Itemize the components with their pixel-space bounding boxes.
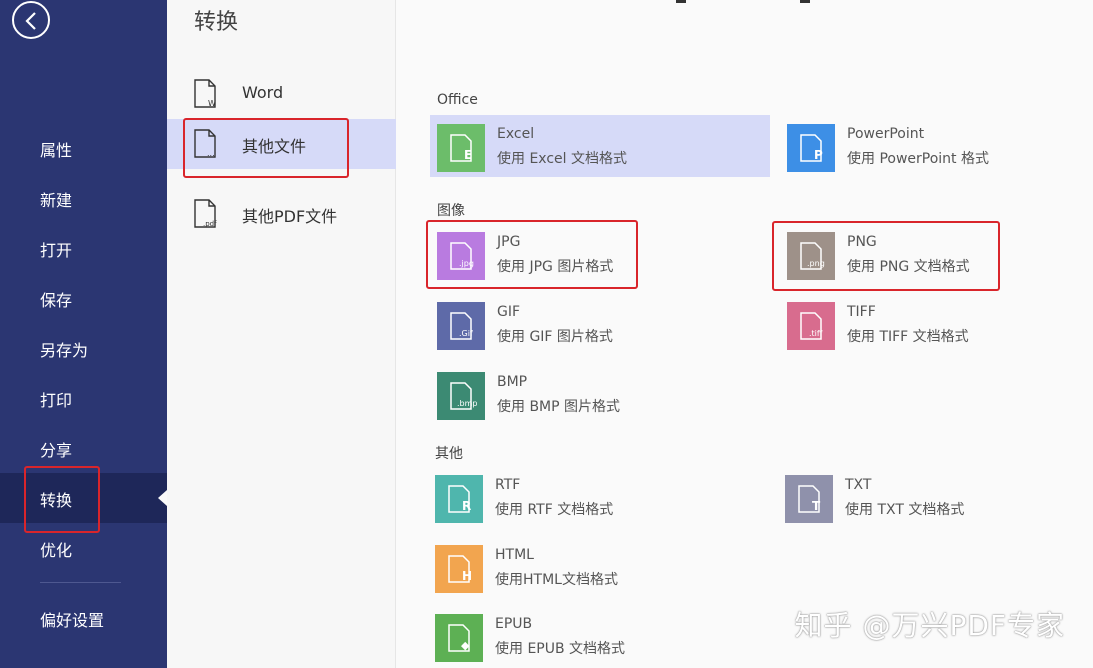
format-html[interactable]: H HTML 使用HTML文档格式 xyxy=(428,536,768,598)
format-powerpoint[interactable]: P PowerPoint 使用 PowerPoint 格式 xyxy=(780,115,1093,177)
section-office-heading: Office xyxy=(437,92,478,108)
txt-icon: T xyxy=(785,475,833,523)
sidebar-item-save-as[interactable]: 另存为 xyxy=(0,323,167,373)
sidebar-item-label: 打印 xyxy=(40,391,73,410)
pdf-file-icon: .pdf xyxy=(194,199,217,228)
excel-icon: E xyxy=(437,124,485,172)
tiff-icon: .tiff xyxy=(787,302,835,350)
format-name: EPUB xyxy=(495,616,533,632)
svg-text:◆: ◆ xyxy=(461,639,470,652)
format-name: PowerPoint xyxy=(847,126,925,142)
format-bmp[interactable]: .bmp BMP 使用 BMP 图片格式 xyxy=(430,363,770,425)
format-description: 使用 Excel 文档格式 xyxy=(497,151,627,167)
svg-text:.tiff: .tiff xyxy=(809,329,823,338)
bmp-icon: .bmp xyxy=(437,372,485,420)
sidebar-item-label: 优化 xyxy=(40,541,73,560)
format-name: BMP xyxy=(497,374,528,390)
format-description: 使用 PowerPoint 格式 xyxy=(847,151,989,167)
format-name: TIFF xyxy=(847,304,876,320)
svg-text:.pdf: .pdf xyxy=(203,220,217,228)
section-image-heading: 图像 xyxy=(437,203,465,219)
svg-text:W: W xyxy=(208,99,216,108)
html-icon: H xyxy=(435,545,483,593)
format-name: Excel xyxy=(497,126,535,142)
convert-type-label: 其他PDF文件 xyxy=(242,207,338,226)
watermark: 知乎 @万兴PDF专家 xyxy=(794,609,1065,642)
format-excel[interactable]: E Excel 使用 Excel 文档格式 xyxy=(430,115,770,177)
highlight-box xyxy=(183,118,349,178)
sidebar-item-properties[interactable]: 属性 xyxy=(0,123,167,173)
chevron-left-icon xyxy=(25,12,36,30)
svg-text:P: P xyxy=(814,148,823,162)
sidebar: 属性 新建 打开 保存 另存为 打印 分享 转换 优化 偏好设置 xyxy=(0,0,167,668)
highlight-box xyxy=(426,220,638,289)
sidebar-item-label: 打开 xyxy=(40,241,73,260)
sidebar-divider xyxy=(40,582,121,583)
format-description: 使用 EPUB 文档格式 xyxy=(495,641,626,657)
sidebar-item-new[interactable]: 新建 xyxy=(0,173,167,223)
epub-icon: ◆ xyxy=(435,614,483,662)
highlight-box xyxy=(772,221,1000,291)
format-name: TXT xyxy=(845,477,872,493)
format-description: 使用 BMP 图片格式 xyxy=(497,399,621,415)
format-txt[interactable]: T TXT 使用 TXT 文档格式 xyxy=(778,466,1093,528)
format-description: 使用HTML文档格式 xyxy=(495,572,618,588)
sidebar-item-label: 新建 xyxy=(40,191,73,210)
back-button[interactable] xyxy=(12,1,50,39)
rtf-icon: R xyxy=(435,475,483,523)
format-rtf[interactable]: R RTF 使用 RTF 文档格式 xyxy=(428,466,768,528)
format-epub[interactable]: ◆ EPUB 使用 EPUB 文档格式 xyxy=(428,605,768,667)
svg-text:.bmp: .bmp xyxy=(457,399,478,408)
svg-text:T: T xyxy=(812,499,821,513)
format-tiff[interactable]: .tiff TIFF 使用 TIFF 文档格式 xyxy=(780,293,1093,355)
convert-type-label: Word xyxy=(242,83,284,102)
powerpoint-icon: P xyxy=(787,124,835,172)
svg-text:E: E xyxy=(464,148,472,162)
highlight-box xyxy=(24,466,100,533)
sidebar-item-save[interactable]: 保存 xyxy=(0,273,167,323)
format-name: GIF xyxy=(497,304,521,320)
format-name: RTF xyxy=(495,477,521,493)
format-description: 使用 RTF 文档格式 xyxy=(495,502,614,518)
convert-type-panel: 转换 W Word ... 其他文件 .pdf 其他PDF文件 xyxy=(167,0,396,668)
format-description: 使用 GIF 图片格式 xyxy=(497,329,613,345)
svg-text:R: R xyxy=(462,499,471,513)
convert-type-other-pdf[interactable]: .pdf 其他PDF文件 xyxy=(167,189,396,239)
sidebar-item-print[interactable]: 打印 xyxy=(0,373,167,423)
format-description: 使用 TXT 文档格式 xyxy=(845,502,965,518)
convert-type-word[interactable]: W Word xyxy=(167,69,396,119)
sidebar-item-label: 属性 xyxy=(40,141,73,160)
sidebar-item-preferences[interactable]: 偏好设置 xyxy=(0,593,167,643)
top-edge-mark xyxy=(676,0,686,3)
sidebar-item-label: 偏好设置 xyxy=(40,611,105,630)
sidebar-item-label: 分享 xyxy=(40,441,73,460)
page-title: 转换 xyxy=(194,10,239,35)
svg-text:H: H xyxy=(462,569,472,583)
format-list: Office 图像 其他 E Excel 使用 Excel 文档格式 P Pow… xyxy=(396,0,1093,668)
sidebar-item-label: 保存 xyxy=(40,291,73,310)
sidebar-item-label: 另存为 xyxy=(40,341,89,360)
section-other-heading: 其他 xyxy=(435,446,463,462)
format-name: HTML xyxy=(495,547,534,563)
gif-icon: .Gif xyxy=(437,302,485,350)
active-pointer xyxy=(158,490,167,506)
format-gif[interactable]: .Gif GIF 使用 GIF 图片格式 xyxy=(430,293,770,355)
svg-text:.Gif: .Gif xyxy=(459,329,473,338)
word-file-icon: W xyxy=(194,79,216,108)
format-description: 使用 TIFF 文档格式 xyxy=(847,329,969,345)
sidebar-item-open[interactable]: 打开 xyxy=(0,223,167,273)
top-edge-mark xyxy=(800,0,810,3)
